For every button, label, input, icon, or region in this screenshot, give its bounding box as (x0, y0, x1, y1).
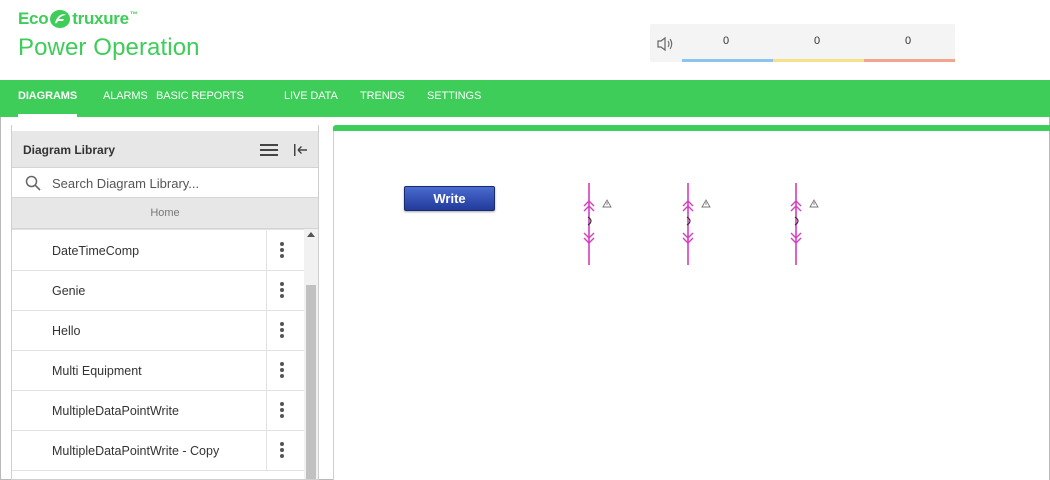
product-title: Power Operation (18, 34, 200, 61)
list-item[interactable]: MultipleDataPointWrite (12, 391, 304, 431)
diagram-list: DateTimeComp Genie Hello Multi Equipment… (12, 229, 304, 479)
diagram-library-panel: Diagram Library Home DateT (11, 125, 319, 480)
app-header: Eco truxure ™ Power Operation 0 0 0 (0, 0, 1050, 80)
list-item-label[interactable]: MultipleDataPointWrite (52, 404, 179, 418)
collapse-left-icon[interactable] (292, 142, 308, 158)
write-button[interactable]: Write (404, 186, 495, 211)
kebab-menu-icon[interactable] (278, 362, 286, 380)
row-divider (266, 231, 267, 271)
list-item-label[interactable]: Genie (52, 284, 85, 298)
alarm-count-high[interactable]: 0 (723, 35, 729, 47)
hamburger-menu-icon[interactable] (260, 143, 278, 157)
nav-live-data[interactable]: LIVE DATA (284, 80, 338, 117)
list-item[interactable]: Multi Equipment (12, 351, 304, 391)
row-divider (266, 271, 267, 311)
search-input[interactable] (52, 172, 302, 194)
brand-eco: Eco (18, 9, 49, 28)
brand-truxure: truxure (72, 9, 129, 28)
list-item[interactable]: MultipleDataPointWrite - Copy (12, 431, 304, 471)
alarm-count-low[interactable]: 0 (905, 35, 911, 47)
alarm-bar-low (864, 59, 955, 62)
list-item-label[interactable]: MultipleDataPointWrite - Copy (52, 444, 219, 458)
nav-alarms[interactable]: ALARMS (103, 80, 148, 117)
main-nav: DIAGRAMS ALARMS BASIC REPORTS LIVE DATA … (0, 80, 1050, 117)
kebab-menu-icon[interactable] (278, 242, 286, 260)
row-divider (266, 431, 267, 471)
row-divider (266, 351, 267, 391)
list-item[interactable]: Hello (12, 311, 304, 351)
alarm-summary[interactable]: 0 0 0 (650, 24, 955, 62)
list-item-label[interactable]: Multi Equipment (52, 364, 142, 378)
alarm-count-medium[interactable]: 0 (814, 35, 820, 47)
sidebar-title: Diagram Library (23, 143, 116, 157)
breadcrumb[interactable]: Home (12, 198, 318, 229)
speaker-icon[interactable] (656, 36, 676, 52)
kebab-menu-icon[interactable] (278, 282, 286, 300)
list-item-label[interactable]: DateTimeComp (52, 244, 139, 258)
scroll-up-arrow-icon[interactable] (307, 232, 315, 237)
nav-settings[interactable]: SETTINGS (427, 80, 481, 117)
sidebar-search (12, 168, 318, 198)
list-item-label[interactable]: Hello (52, 324, 81, 338)
scrollbar-thumb[interactable] (306, 285, 316, 479)
search-icon (25, 175, 41, 191)
nav-basic-reports[interactable]: BASIC REPORTS (156, 80, 244, 117)
row-divider (266, 311, 267, 351)
brand-logo: Eco truxure ™ Power Operation (18, 8, 200, 62)
kebab-menu-icon[interactable] (278, 442, 286, 460)
sidebar-header: Diagram Library (12, 131, 318, 168)
list-item[interactable]: DateTimeComp (12, 231, 304, 271)
circuit-breaker-icon[interactable] (782, 181, 822, 267)
sidebar-scrollbar[interactable] (304, 229, 318, 479)
alarm-bar-medium (773, 59, 864, 62)
ecostruxure-logo-icon (49, 9, 71, 29)
nav-diagrams[interactable]: DIAGRAMS (18, 80, 77, 117)
alarm-bar-high (682, 59, 773, 62)
kebab-menu-icon[interactable] (278, 322, 286, 340)
kebab-menu-icon[interactable] (278, 402, 286, 420)
nav-trends[interactable]: TRENDS (360, 80, 405, 117)
list-item-partial (12, 229, 304, 230)
row-divider (266, 391, 267, 431)
list-item[interactable]: Genie (12, 271, 304, 311)
circuit-breaker-icon[interactable] (575, 181, 615, 267)
circuit-breaker-icon[interactable] (674, 181, 714, 267)
brand-trademark: ™ (129, 9, 138, 19)
